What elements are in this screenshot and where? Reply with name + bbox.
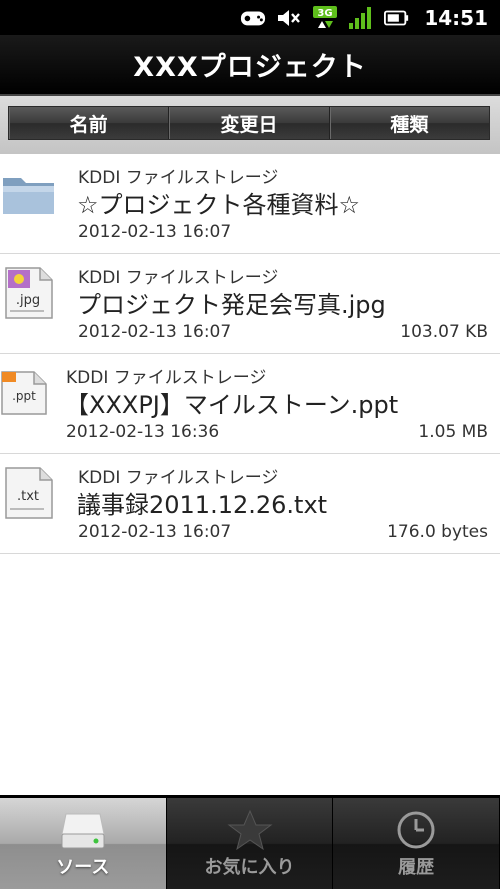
page-title: XXXプロジェクト xyxy=(133,52,367,83)
file-name: プロジェクト発足会写真.jpg xyxy=(77,291,386,319)
clock-icon xyxy=(391,808,441,852)
tab-history[interactable]: 履歴 xyxy=(333,798,500,889)
file-size: 1.05 MB xyxy=(418,422,488,442)
file-list: KDDI ファイルストレージ ☆プロジェクト各種資料☆ 2012-02-13 1… xyxy=(0,154,500,554)
file-date: 2012-02-13 16:07 xyxy=(78,322,232,342)
status-bar: 3G 14:51 xyxy=(0,0,500,35)
file-extension: .ppt xyxy=(12,389,36,403)
sort-by-name-button[interactable]: 名前 xyxy=(9,107,170,139)
tab-label: ソース xyxy=(56,857,110,878)
file-name: 議事録2011.12.26.txt xyxy=(77,491,328,519)
jpg-file-icon: .jpg xyxy=(0,264,58,322)
gamepad-icon xyxy=(240,7,266,29)
file-name: ☆プロジェクト各種資料☆ xyxy=(77,191,361,219)
file-name: 【XXXPJ】マイルストーン.ppt xyxy=(65,391,399,419)
sort-bar-container: 名前 変更日 種類 xyxy=(0,96,500,154)
ppt-file-icon: .ppt xyxy=(0,364,58,422)
mute-icon xyxy=(276,7,302,29)
file-extension: .jpg xyxy=(16,293,40,308)
star-icon xyxy=(225,808,275,852)
clock: 14:51 xyxy=(424,5,488,30)
sort-by-date-button[interactable]: 変更日 xyxy=(169,107,330,139)
signal-icon xyxy=(348,6,374,29)
storage-drive-icon xyxy=(58,808,108,852)
list-item-ppt[interactable]: .ppt KDDI ファイルストレージ 【XXXPJ】マイルストーン.ppt 2… xyxy=(0,354,500,454)
txt-file-icon: .txt xyxy=(0,464,58,522)
bottom-tab-bar: ソース お気に入り 履歴 xyxy=(0,795,500,889)
list-item-jpg[interactable]: .jpg KDDI ファイルストレージ プロジェクト発足会写真.jpg 2012… xyxy=(0,254,500,354)
network-type-label: 3G xyxy=(318,8,333,19)
list-item-txt[interactable]: .txt KDDI ファイルストレージ 議事録2011.12.26.txt 20… xyxy=(0,454,500,554)
title-bar: XXXプロジェクト xyxy=(0,35,500,96)
file-date: 2012-02-13 16:07 xyxy=(78,522,232,542)
tab-source[interactable]: ソース xyxy=(0,798,167,889)
folder-icon xyxy=(0,164,58,222)
3g-data-icon: 3G xyxy=(312,5,338,29)
file-size: 103.07 KB xyxy=(400,322,488,342)
sort-by-type-button[interactable]: 種類 xyxy=(330,107,489,139)
sort-bar: 名前 変更日 種類 xyxy=(8,106,490,140)
tab-favorites[interactable]: お気に入り xyxy=(166,798,334,889)
tab-label: お気に入り xyxy=(204,857,295,878)
file-date: 2012-02-13 16:07 xyxy=(78,222,232,242)
battery-icon xyxy=(384,7,410,29)
file-date: 2012-02-13 16:36 xyxy=(66,422,220,442)
tab-label: 履歴 xyxy=(398,857,435,878)
list-item-folder[interactable]: KDDI ファイルストレージ ☆プロジェクト各種資料☆ 2012-02-13 1… xyxy=(0,154,500,254)
file-size: 176.0 bytes xyxy=(387,522,488,542)
file-extension: .txt xyxy=(17,489,39,504)
